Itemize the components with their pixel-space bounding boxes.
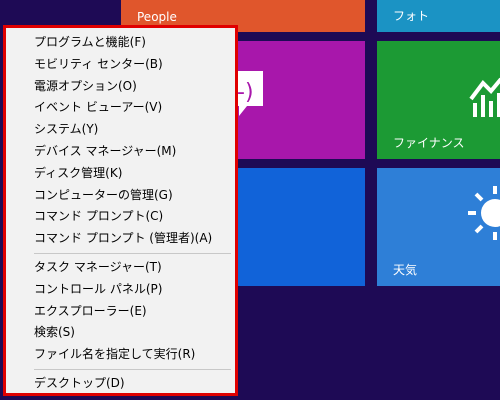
- finance-tile-label: ファイナンス: [393, 136, 465, 150]
- weather-tile-label: 天気: [393, 263, 418, 277]
- menu-separator: [34, 252, 231, 254]
- menu-separator: [34, 368, 231, 370]
- menu-item[interactable]: コマンド プロンプト (管理者)(A): [6, 228, 235, 250]
- finance-tile[interactable]: ファイナンス: [377, 41, 500, 159]
- menu-item[interactable]: コントロール パネル(P): [6, 279, 235, 301]
- menu-item[interactable]: エクスプローラー(E): [6, 301, 235, 323]
- menu-item[interactable]: プログラムと機能(F): [6, 32, 235, 54]
- winx-context-menu: プログラムと機能(F) モビリティ センター(B) 電源オプション(O) イベント ビ…: [3, 25, 238, 396]
- menu-item[interactable]: デバイス マネージャー(M): [6, 141, 235, 163]
- finance-chart-icon: [469, 77, 500, 117]
- menu-list: プログラムと機能(F) モビリティ センター(B) 電源オプション(O) イベント ビ…: [6, 28, 235, 395]
- menu-item[interactable]: 検索(S): [6, 322, 235, 344]
- messaging-icon: -): [233, 71, 263, 116]
- menu-item[interactable]: イベント ビューアー(V): [6, 97, 235, 119]
- menu-item[interactable]: モビリティ センター(B): [6, 54, 235, 76]
- people-tile-label: People: [137, 10, 177, 24]
- menu-item[interactable]: システム(Y): [6, 119, 235, 141]
- menu-item[interactable]: コマンド プロンプト(C): [6, 206, 235, 228]
- menu-item[interactable]: 電源オプション(O): [6, 76, 235, 98]
- svg-text:-): -): [237, 80, 254, 105]
- photo-tile[interactable]: フォト: [377, 0, 500, 32]
- menu-item[interactable]: ディスク管理(K): [6, 163, 235, 185]
- menu-item[interactable]: ファイル名を指定して実行(R): [6, 344, 235, 366]
- menu-item[interactable]: タスク マネージャー(T): [6, 257, 235, 279]
- sun-icon: [468, 186, 500, 240]
- photo-tile-label: フォト: [393, 9, 430, 23]
- menu-item[interactable]: コンピューターの管理(G): [6, 185, 235, 207]
- menu-item[interactable]: デスクトップ(D): [6, 373, 235, 395]
- weather-tile[interactable]: 天気: [377, 168, 500, 286]
